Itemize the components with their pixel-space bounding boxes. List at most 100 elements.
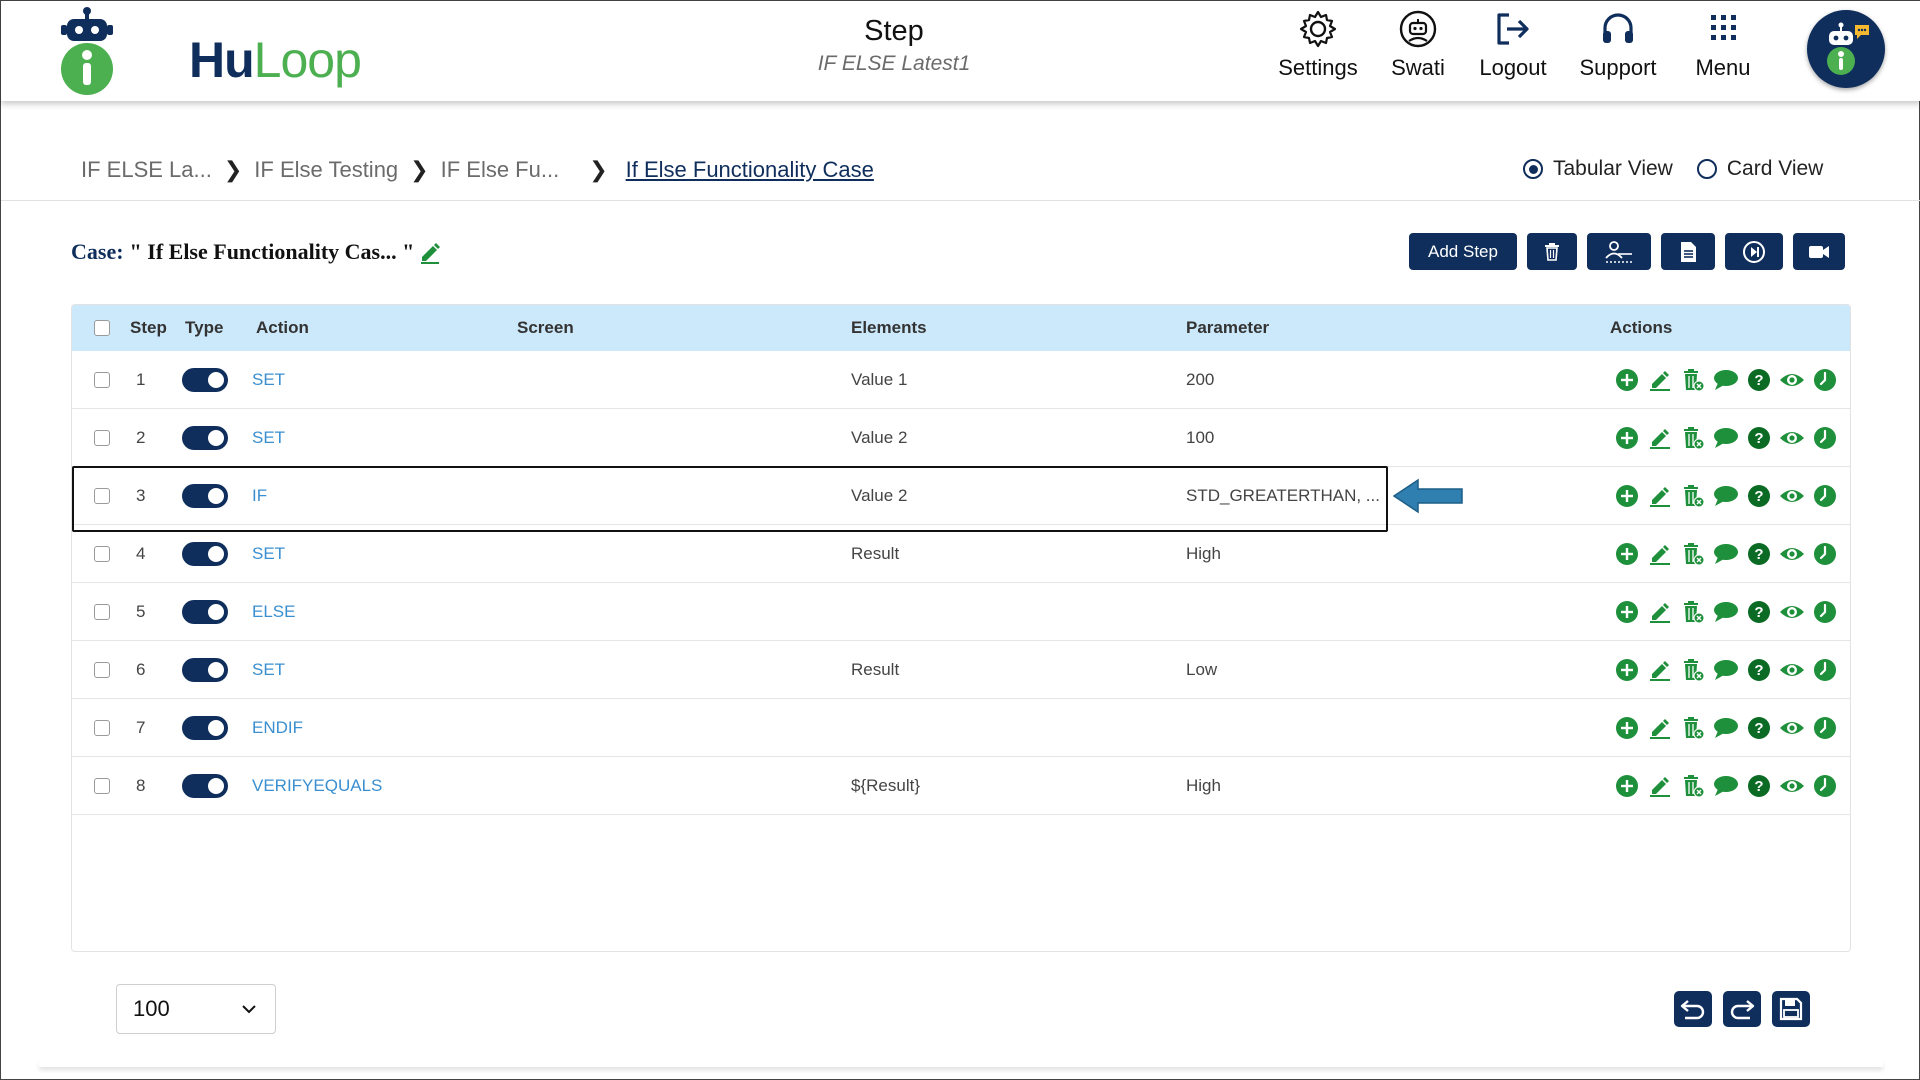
breadcrumb-item-scenario[interactable]: IF Else Fu... (441, 157, 560, 183)
view-eye-icon[interactable] (1775, 776, 1808, 796)
view-eye-icon[interactable] (1775, 544, 1808, 564)
row-checkbox[interactable] (94, 371, 110, 388)
breadcrumb-item-project[interactable]: IF ELSE La... (81, 157, 212, 183)
breadcrumb-item-current[interactable]: If Else Functionality Case (626, 157, 874, 183)
delete-icon[interactable] (1676, 600, 1709, 624)
help-icon[interactable]: ? (1742, 658, 1775, 682)
select-all-checkbox[interactable] (94, 320, 110, 336)
edit-icon[interactable] (1643, 716, 1676, 740)
delete-icon[interactable] (1676, 716, 1709, 740)
row-checkbox[interactable] (94, 429, 110, 446)
action-link[interactable]: ELSE (252, 602, 295, 622)
comment-icon[interactable] (1709, 775, 1742, 797)
view-eye-icon[interactable] (1775, 370, 1808, 390)
step-enabled-toggle[interactable] (182, 599, 228, 624)
row-checkbox[interactable] (94, 777, 110, 794)
delete-button[interactable] (1527, 233, 1577, 270)
history-clock-icon[interactable] (1808, 600, 1841, 624)
edit-icon[interactable] (1643, 484, 1676, 508)
comment-icon[interactable] (1709, 659, 1742, 681)
row-checkbox[interactable] (94, 661, 110, 678)
history-clock-icon[interactable] (1808, 426, 1841, 450)
step-enabled-toggle[interactable] (182, 541, 228, 566)
action-link[interactable]: IF (252, 486, 267, 506)
assign-user-button[interactable] (1587, 233, 1651, 270)
edit-pencil-icon[interactable] (418, 240, 442, 264)
huloop-logo[interactable]: HuLoop (57, 3, 362, 99)
row-checkbox[interactable] (94, 487, 110, 504)
history-clock-icon[interactable] (1808, 716, 1841, 740)
step-enabled-toggle[interactable] (182, 425, 228, 450)
action-link[interactable]: SET (252, 370, 285, 390)
add-icon[interactable] (1610, 658, 1643, 682)
add-icon[interactable] (1610, 426, 1643, 450)
add-icon[interactable] (1610, 484, 1643, 508)
edit-icon[interactable] (1643, 426, 1676, 450)
view-eye-icon[interactable] (1775, 428, 1808, 448)
row-checkbox[interactable] (94, 603, 110, 620)
action-link[interactable]: SET (252, 660, 285, 680)
comment-icon[interactable] (1709, 485, 1742, 507)
action-link[interactable]: SET (252, 428, 285, 448)
delete-icon[interactable] (1676, 484, 1709, 508)
delete-icon[interactable] (1676, 426, 1709, 450)
delete-icon[interactable] (1676, 658, 1709, 682)
view-eye-icon[interactable] (1775, 660, 1808, 680)
view-eye-icon[interactable] (1775, 602, 1808, 622)
history-clock-icon[interactable] (1808, 484, 1841, 508)
card-view-option[interactable]: Card View (1696, 157, 1823, 181)
comment-icon[interactable] (1709, 369, 1742, 391)
add-icon[interactable] (1610, 542, 1643, 566)
add-icon[interactable] (1610, 774, 1643, 798)
action-link[interactable]: ENDIF (252, 718, 303, 738)
history-clock-icon[interactable] (1808, 368, 1841, 392)
row-checkbox[interactable] (94, 545, 110, 562)
record-button[interactable] (1793, 233, 1845, 270)
undo-button[interactable] (1674, 991, 1712, 1027)
step-enabled-toggle[interactable] (182, 715, 228, 740)
edit-icon[interactable] (1643, 542, 1676, 566)
step-enabled-toggle[interactable] (182, 773, 228, 798)
edit-icon[interactable] (1643, 774, 1676, 798)
step-enabled-toggle[interactable] (182, 657, 228, 682)
step-enabled-toggle[interactable] (182, 367, 228, 392)
history-clock-icon[interactable] (1808, 658, 1841, 682)
action-link[interactable]: SET (252, 544, 285, 564)
page-size-select[interactable]: 100 (116, 984, 276, 1034)
edit-icon[interactable] (1643, 658, 1676, 682)
view-eye-icon[interactable] (1775, 718, 1808, 738)
nav-logout[interactable]: Logout (1463, 9, 1563, 81)
help-icon[interactable]: ? (1742, 542, 1775, 566)
nav-menu[interactable]: Menu (1673, 9, 1773, 81)
step-enabled-toggle[interactable] (182, 483, 228, 508)
save-button[interactable] (1772, 991, 1810, 1027)
nav-support[interactable]: Support (1563, 9, 1673, 81)
add-step-button[interactable]: Add Step (1409, 233, 1517, 270)
history-clock-icon[interactable] (1808, 774, 1841, 798)
add-icon[interactable] (1610, 716, 1643, 740)
history-clock-icon[interactable] (1808, 542, 1841, 566)
edit-icon[interactable] (1643, 600, 1676, 624)
delete-icon[interactable] (1676, 368, 1709, 392)
help-icon[interactable]: ? (1742, 600, 1775, 624)
help-icon[interactable]: ? (1742, 716, 1775, 740)
comment-icon[interactable] (1709, 601, 1742, 623)
nav-swati[interactable]: Swati (1373, 9, 1463, 81)
document-button[interactable] (1661, 233, 1715, 270)
run-button[interactable] (1725, 233, 1783, 270)
edit-icon[interactable] (1643, 368, 1676, 392)
tabular-view-option[interactable]: Tabular View (1523, 157, 1673, 181)
add-icon[interactable] (1610, 600, 1643, 624)
breadcrumb-item-suite[interactable]: IF Else Testing (254, 157, 398, 183)
help-icon[interactable]: ? (1742, 484, 1775, 508)
delete-icon[interactable] (1676, 542, 1709, 566)
add-icon[interactable] (1610, 368, 1643, 392)
help-icon[interactable]: ? (1742, 426, 1775, 450)
nav-settings[interactable]: Settings (1263, 9, 1373, 81)
delete-icon[interactable] (1676, 774, 1709, 798)
view-eye-icon[interactable] (1775, 486, 1808, 506)
row-checkbox[interactable] (94, 719, 110, 736)
comment-icon[interactable] (1709, 427, 1742, 449)
comment-icon[interactable] (1709, 717, 1742, 739)
assistant-avatar[interactable] (1807, 10, 1885, 88)
